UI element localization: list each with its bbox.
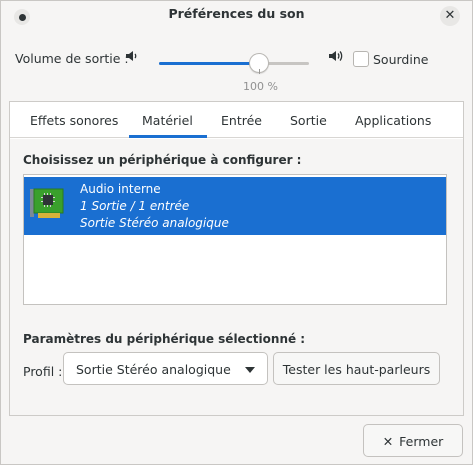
sound-card-icon [30, 188, 64, 218]
mute-label[interactable]: Sourdine [373, 52, 428, 67]
window-title: Préférences du son [168, 6, 305, 21]
profile-label: Profil : [23, 364, 63, 379]
dropdown-arrow-icon [245, 367, 255, 373]
mute-checkbox[interactable] [353, 51, 369, 67]
settings-notebook: Effets sonores Matériel Entrée Sortie Ap… [9, 101, 464, 416]
volume-slider[interactable] [159, 62, 309, 65]
tab-output[interactable]: Sortie [290, 113, 327, 128]
profile-dropdown[interactable]: Sortie Stéréo analogique [63, 352, 268, 385]
close-icon: ✕ [444, 8, 456, 23]
sound-preferences-window: Préférences du son ✕ Volume de sortie : … [0, 0, 473, 465]
speaker-high-icon [328, 49, 344, 67]
selected-device-settings-title: Paramètres du périphérique sélectionné : [23, 332, 306, 346]
speaker-low-icon [125, 49, 139, 67]
volume-label: Volume de sortie : [15, 51, 129, 66]
close-button[interactable]: ✕ Fermer [363, 424, 463, 457]
close-icon: ✕ [382, 434, 394, 449]
hardware-page: Choisissez un périphérique à configurer … [10, 139, 463, 415]
test-speakers-label: Tester les haut-parleurs [282, 362, 431, 377]
tab-input[interactable]: Entrée [221, 113, 262, 128]
list-item[interactable]: Audio interne 1 Sortie / 1 entrée Sortie… [24, 177, 446, 235]
device-name: Audio interne [80, 182, 161, 196]
device-list: Audio interne 1 Sortie / 1 entrée Sortie… [23, 174, 447, 305]
active-tab-indicator [129, 135, 207, 138]
tab-hardware[interactable]: Matériel [142, 113, 193, 128]
tab-bar: Effets sonores Matériel Entrée Sortie Ap… [10, 102, 463, 138]
profile-dropdown-value: Sortie Stéréo analogique [76, 362, 231, 377]
choose-device-title: Choisissez un périphérique à configurer … [23, 153, 302, 167]
volume-slider-tick [259, 69, 260, 74]
close-button-label: Fermer [399, 434, 444, 449]
tab-sound-effects[interactable]: Effets sonores [30, 113, 118, 128]
close-window-button[interactable]: ✕ [440, 6, 460, 26]
device-ports: 1 Sortie / 1 entrée [80, 199, 190, 213]
volume-slider-fill [159, 62, 259, 65]
titlebar: Préférences du son ✕ [1, 1, 472, 31]
device-profile: Sortie Stéréo analogique [80, 216, 229, 230]
test-speakers-button[interactable]: Tester les haut-parleurs [273, 352, 440, 385]
volume-row: Volume de sortie : Sourdine [1, 47, 472, 77]
close-button-content: ✕ Fermer [364, 434, 462, 449]
tab-applications[interactable]: Applications [355, 113, 431, 128]
volume-value-text: 100 % [243, 80, 278, 93]
